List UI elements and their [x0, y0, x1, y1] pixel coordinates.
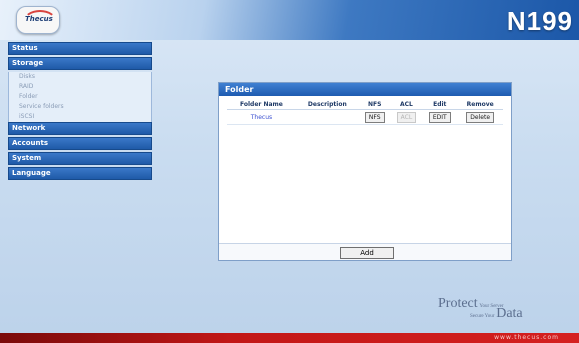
menu-network[interactable]: Network [8, 122, 152, 135]
bottom-bar: www.thecus.com [0, 333, 579, 343]
protect-slogan-line2: Secure Your Data [470, 306, 523, 322]
folder-name-link[interactable]: Thecus [251, 114, 272, 121]
panel-footer: Add [219, 243, 511, 260]
model-name: N199 [506, 6, 573, 36]
menu-system[interactable]: System [8, 152, 152, 165]
folder-panel: Folder Folder Name Description NFS ACL E… [218, 82, 512, 261]
remove-cell: Delete [457, 109, 503, 125]
delete-button[interactable]: Delete [466, 111, 495, 123]
acl-button: ACL [396, 111, 417, 123]
acl-cell: ACL [390, 109, 423, 125]
edit-button[interactable]: EDIT [428, 111, 451, 123]
menu-storage[interactable]: Storage [8, 57, 152, 70]
menu-status[interactable]: Status [8, 42, 152, 55]
column-header-acl: ACL [390, 100, 423, 110]
sidebar: Status Storage Disks RAID Folder Service… [8, 42, 152, 182]
logo-text: Thecus [25, 15, 53, 23]
column-header-edit: Edit [422, 100, 458, 110]
thecus-logo: Thecus [16, 6, 60, 34]
submenu-item-folder[interactable]: Folder [9, 92, 151, 102]
description-cell [295, 109, 359, 125]
submenu-item-raid[interactable]: RAID [9, 82, 151, 92]
folder-name-cell: Thecus [227, 109, 296, 125]
column-header-folder-name: Folder Name [227, 100, 296, 110]
slogan-data: Data [496, 306, 523, 321]
panel-title: Folder [219, 83, 511, 96]
menu-language[interactable]: Language [8, 167, 152, 180]
website-url[interactable]: www.thecus.com [494, 334, 559, 341]
table-row: Thecus NFS ACL EDIT Delete [227, 109, 503, 125]
header-bar: Thecus N199 [0, 0, 579, 40]
submenu-item-iscsi[interactable]: iSCSI [9, 112, 151, 122]
add-button[interactable]: Add [340, 247, 394, 259]
submenu-item-disks[interactable]: Disks [9, 72, 151, 82]
nfs-button[interactable]: NFS [364, 111, 385, 123]
submenu-item-service-folders[interactable]: Service folders [9, 102, 151, 112]
nfs-cell: NFS [358, 109, 391, 125]
menu-accounts[interactable]: Accounts [8, 137, 152, 150]
slogan-secure: Secure Your [470, 314, 495, 319]
column-header-remove: Remove [457, 100, 503, 110]
edit-cell: EDIT [422, 109, 458, 125]
folder-table: Folder Name Description NFS ACL Edit Rem… [227, 100, 503, 125]
storage-submenu: Disks RAID Folder Service folders iSCSI [8, 72, 152, 122]
column-header-description: Description [295, 100, 359, 110]
column-header-nfs: NFS [358, 100, 391, 110]
